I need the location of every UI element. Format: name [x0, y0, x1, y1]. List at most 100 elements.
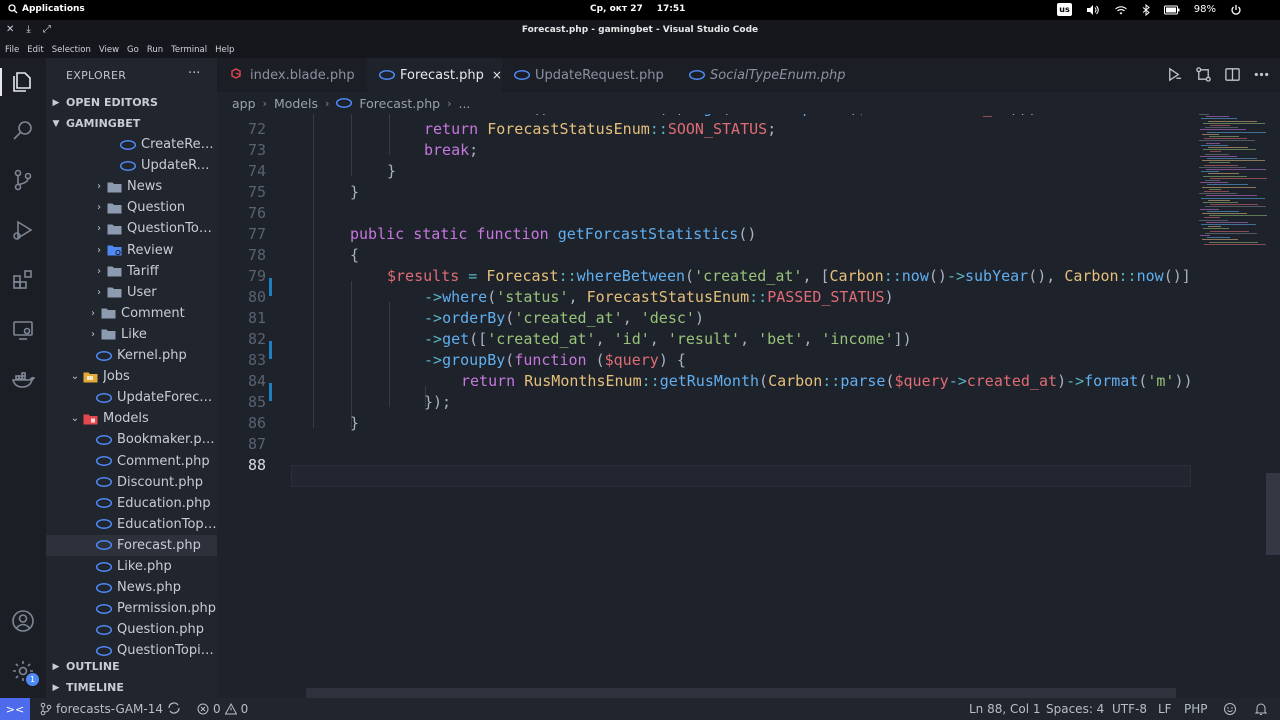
- accounts-icon[interactable]: [11, 609, 35, 633]
- file-tree-item[interactable]: UpdateForecas...: [46, 387, 217, 408]
- file-tree-item[interactable]: UpdateReq...: [46, 155, 217, 176]
- tab-update-request[interactable]: UpdateRequest.php: [502, 58, 677, 92]
- power-icon[interactable]: [1230, 4, 1242, 16]
- file-tree-item[interactable]: Education.php: [46, 493, 217, 514]
- file-tree-item[interactable]: Like.php: [46, 556, 217, 577]
- language-mode[interactable]: PHP: [1184, 702, 1208, 716]
- close-tab-icon[interactable]: ×: [492, 68, 502, 82]
- menu-edit[interactable]: Edit: [27, 45, 43, 55]
- file-tree-item[interactable]: Question.php: [46, 619, 217, 640]
- menu-file[interactable]: File: [5, 45, 19, 55]
- bluetooth-icon[interactable]: [1142, 3, 1150, 16]
- folder-tree-item[interactable]: › Tariff: [46, 261, 217, 282]
- folder-tree-item[interactable]: › Review: [46, 240, 217, 261]
- file-tree-item[interactable]: Comment.php: [46, 451, 217, 472]
- breadcrumb-symbol[interactable]: ...: [458, 96, 470, 111]
- tab-forecast[interactable]: Forecast.php ×: [367, 58, 502, 92]
- menu-view[interactable]: View: [99, 45, 119, 55]
- code-token: });: [424, 393, 452, 411]
- extensions-icon[interactable]: [11, 268, 35, 292]
- code-line: 82 ->get(['created_at', 'id', 'result', '…: [217, 329, 1191, 350]
- folder-tree-item[interactable]: ⌄ Jobs: [46, 366, 217, 387]
- file-tree-item[interactable]: Forecast.php: [46, 534, 217, 556]
- indentation[interactable]: Spaces: 4: [1046, 702, 1104, 716]
- menu-run[interactable]: Run: [147, 45, 163, 55]
- active-view-indicator: [0, 68, 2, 96]
- encoding[interactable]: UTF-8: [1112, 702, 1147, 716]
- code-token: Forecast: [486, 267, 559, 285]
- remote-explorer-icon[interactable]: [11, 318, 35, 342]
- branch-status[interactable]: forecasts-GAM-14: [40, 702, 163, 716]
- tree-item-label: Discount.php: [117, 474, 203, 490]
- project-section[interactable]: ▼ GAMINGBET: [46, 113, 217, 134]
- feedback-icon[interactable]: [1223, 702, 1237, 716]
- open-editors-section[interactable]: ▶ OPEN EDITORS: [46, 92, 217, 113]
- battery-icon[interactable]: [1163, 5, 1180, 15]
- menu-selection[interactable]: Selection: [52, 45, 91, 55]
- minimap-line: [1204, 164, 1238, 166]
- code-token: , [: [802, 267, 830, 285]
- folder-tree-item[interactable]: › News: [46, 176, 217, 197]
- menu-terminal[interactable]: Terminal: [171, 45, 207, 55]
- keyboard-layout-indicator[interactable]: us: [1057, 3, 1072, 16]
- menu-go[interactable]: Go: [127, 45, 139, 55]
- error-icon: [197, 703, 209, 715]
- php-file-icon: [96, 433, 112, 446]
- code-token: function: [514, 351, 596, 369]
- clock[interactable]: Ср, окт 27 17:51: [590, 4, 685, 14]
- minimap-line: [1209, 136, 1239, 137]
- breadcrumb-app[interactable]: app: [232, 96, 256, 111]
- search-icon[interactable]: [11, 118, 35, 142]
- breadcrumb-models[interactable]: Models: [274, 96, 318, 111]
- timeline-section[interactable]: ▶ TIMELINE: [46, 677, 217, 698]
- file-tree-item[interactable]: Kernel.php: [46, 345, 217, 366]
- horizontal-scrollbar[interactable]: [306, 688, 1176, 698]
- run-file-icon[interactable]: [1166, 66, 1183, 83]
- more-actions-icon[interactable]: ···: [188, 66, 200, 81]
- minimap[interactable]: [1191, 92, 1280, 698]
- folder-tree-item[interactable]: › QuestionTopic: [46, 218, 217, 239]
- remote-indicator-icon[interactable]: ><: [0, 698, 30, 720]
- bell-icon[interactable]: [1255, 702, 1267, 716]
- breadcrumb-file[interactable]: Forecast.php: [359, 96, 440, 111]
- tree-item-label: CreateRequ...: [141, 137, 217, 152]
- problems-status[interactable]: 0 0: [197, 702, 248, 716]
- sync-icon[interactable]: [167, 702, 181, 714]
- vertical-scrollbar[interactable]: [1266, 473, 1280, 555]
- end-of-line[interactable]: LF: [1158, 702, 1172, 716]
- folder-tree-item[interactable]: › Comment: [46, 303, 217, 324]
- system-top-bar: Applications Ср, окт 27 17:51 us 98%: [0, 0, 1280, 20]
- tab-label: Forecast.php: [400, 67, 484, 83]
- outline-section[interactable]: ▶ OUTLINE: [46, 656, 217, 677]
- split-editor-icon[interactable]: [1224, 66, 1241, 83]
- file-tree-item[interactable]: Permission.php: [46, 598, 217, 619]
- file-tree-item[interactable]: Bookmaker.php: [46, 429, 217, 450]
- file-tree-item[interactable]: News.php: [46, 577, 217, 598]
- more-actions-icon[interactable]: [1253, 66, 1270, 83]
- php-file-icon: [96, 602, 112, 615]
- tab-index-blade[interactable]: index.blade.php: [217, 58, 367, 92]
- settings-gear-icon[interactable]: 1: [11, 659, 39, 686]
- tab-social-type-enum[interactable]: SocialTypeEnum.php: [677, 58, 852, 92]
- cursor-position[interactable]: Ln 88, Col 1: [969, 702, 1041, 716]
- applications-menu[interactable]: Applications: [8, 4, 85, 14]
- folder-tree-item[interactable]: › Question: [46, 197, 217, 218]
- menu-help[interactable]: Help: [215, 45, 234, 55]
- folder-tree-item[interactable]: ⌄ Models: [46, 408, 217, 429]
- folder-tree-item[interactable]: › Like: [46, 324, 217, 345]
- minimap-line: [1199, 166, 1246, 168]
- volume-icon[interactable]: [1086, 4, 1100, 16]
- file-tree-item[interactable]: EducationTopic...: [46, 514, 217, 535]
- wifi-icon[interactable]: [1114, 4, 1128, 16]
- file-tree-item[interactable]: CreateRequ...: [46, 134, 217, 155]
- open-changes-icon[interactable]: [1195, 66, 1212, 83]
- tree-item-label: Education.php: [117, 495, 211, 511]
- code-editor[interactable]: 71case Carbon::now()->addMinutes(5)->gt(…: [217, 92, 1191, 698]
- run-debug-icon[interactable]: [11, 218, 35, 242]
- file-tree-item[interactable]: Discount.php: [46, 472, 217, 493]
- chevron-right-icon: ›: [324, 96, 330, 110]
- explorer-icon[interactable]: [11, 70, 35, 94]
- folder-tree-item[interactable]: › User: [46, 282, 217, 303]
- source-control-icon[interactable]: [11, 168, 35, 192]
- docker-icon[interactable]: [11, 368, 35, 392]
